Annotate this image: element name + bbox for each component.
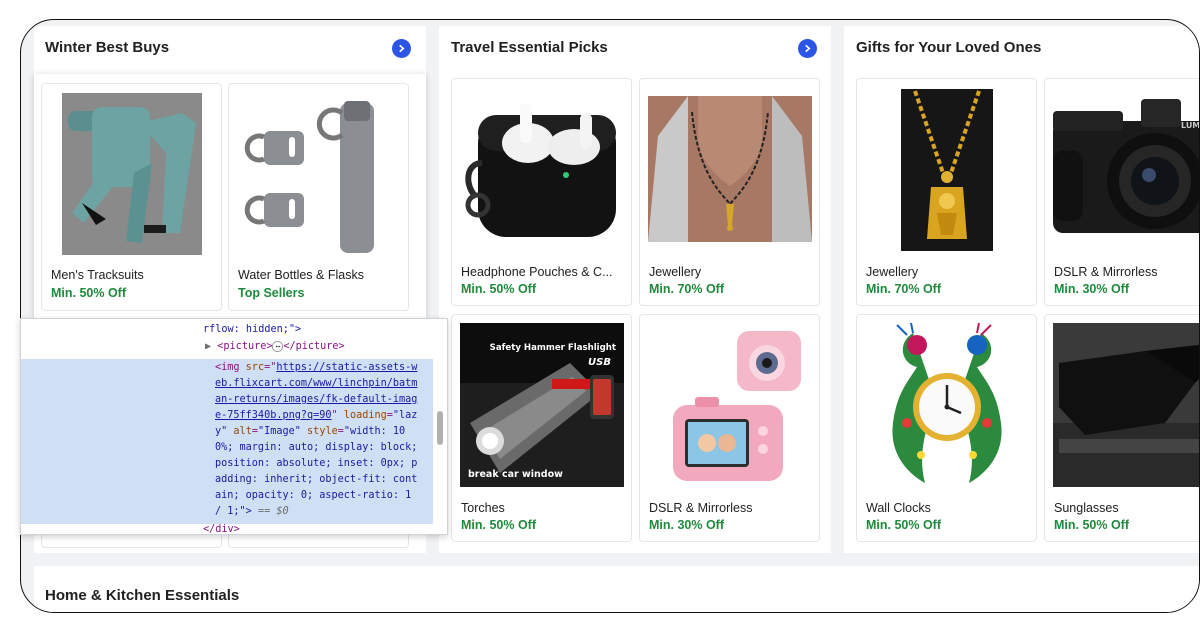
- product-card-tracksuits[interactable]: Men's Tracksuits Min. 50% Off: [41, 83, 222, 311]
- product-offer: Min. 30% Off: [649, 518, 725, 532]
- devtools-line-1: rflow: hidden;">: [203, 324, 302, 335]
- product-name: Sunglasses: [1054, 501, 1119, 515]
- product-card-water-bottles[interactable]: Water Bottles & Flasks Top Sellers: [228, 83, 409, 311]
- devtools-img-line-9: ain; opacity: 0; aspect-ratio: 1: [215, 490, 412, 501]
- dslr-camera-image: LUMIX: [1045, 91, 1200, 249]
- travel-title: Travel Essential Picks: [451, 39, 608, 56]
- dslr-brand-label: LUMIX: [1181, 121, 1200, 130]
- devtools-img-line-2: eb.flixcart.com/www/linchpin/batm: [215, 378, 418, 389]
- src-url-link[interactable]: https://static-assets-w: [276, 362, 417, 373]
- earbuds-case-image: [452, 93, 631, 243]
- product-name: Water Bottles & Flasks: [238, 268, 364, 282]
- product-offer: Min. 50% Off: [461, 518, 537, 532]
- product-card-wall-clock[interactable]: Wall Clocks Min. 50% Off: [856, 314, 1037, 542]
- chevron-right-icon: [805, 44, 811, 53]
- chevron-right-icon: [399, 44, 405, 53]
- product-card-dslr[interactable]: LUMIX DSLR & Mirrorless Min. 30% Off: [1044, 78, 1200, 306]
- devtools-panel: rflow: hidden;"> ▶ <picture> ⋯ </picture> …: [20, 318, 448, 535]
- product-offer: Min. 50% Off: [866, 518, 942, 532]
- devtools-img-line-6: 0%; margin: auto; display: block;: [215, 442, 418, 453]
- devtools-img-line-4: e-75ff340b.png?q=90" loading="laz: [215, 410, 418, 421]
- product-card-jewellery-travel[interactable]: Jewellery Min. 70% Off: [639, 78, 820, 306]
- gifts-panel: Gifts for Your Loved Ones Jewellery Min.…: [844, 26, 1200, 553]
- devtools-img-line-8: adding: inherit; object-fit: cont: [215, 474, 418, 485]
- product-offer: Min. 70% Off: [649, 282, 725, 296]
- winter-next-button[interactable]: [392, 39, 411, 58]
- devtools-img-line-5: y" alt="Image" style="width: 10: [215, 426, 406, 437]
- expand-triangle-icon[interactable]: ▶: [205, 341, 217, 352]
- peacock-clock-image: [857, 323, 1036, 491]
- devtools-img-line-1[interactable]: <img src="https://static-assets-w: [215, 360, 433, 376]
- pendant-image: [857, 89, 1036, 251]
- product-name: Wall Clocks: [866, 501, 931, 515]
- ellipsis-icon[interactable]: ⋯: [272, 341, 284, 352]
- product-name: Torches: [461, 501, 505, 515]
- devtools-close-div-line: </div>: [203, 524, 240, 535]
- product-card-sunglasses[interactable]: Sunglasses Min. 50% Off: [1044, 314, 1199, 542]
- winter-title: Winter Best Buys: [45, 39, 170, 56]
- product-card-torches[interactable]: Safety Hammer Flashlight USB break car w…: [451, 314, 632, 542]
- devtools-img-line-3: an-returns/images/fk-default-imag: [215, 394, 418, 405]
- home-title: Home & Kitchen Essentials: [45, 587, 240, 604]
- product-name: Jewellery: [866, 265, 919, 279]
- necklace-image: [640, 96, 819, 242]
- tracksuit-image: [42, 93, 221, 255]
- torch-badge-usb: USB: [588, 357, 611, 368]
- product-name: DSLR & Mirrorless: [1054, 265, 1158, 279]
- devtools-img-line-10: / 1;"> == $0: [215, 506, 289, 517]
- product-offer: Min. 30% Off: [1054, 282, 1130, 296]
- product-name: DSLR & Mirrorless: [649, 501, 753, 515]
- product-card-pendant[interactable]: Jewellery Min. 70% Off: [856, 78, 1037, 306]
- product-offer: Min. 50% Off: [1054, 518, 1130, 532]
- product-card-kids-camera[interactable]: DSLR & Mirrorless Min. 30% Off: [639, 314, 820, 542]
- product-name: Jewellery: [649, 265, 702, 279]
- product-offer: Min. 50% Off: [461, 282, 537, 296]
- product-offer: Min. 50% Off: [51, 286, 127, 300]
- devtools-scrollbar-thumb[interactable]: [437, 411, 443, 445]
- devtools-img-line-7: position: absolute; inset: 0px; p: [215, 458, 418, 469]
- home-panel: Home & Kitchen Essentials: [34, 566, 1199, 612]
- torch-image: Safety Hammer Flashlight USB break car w…: [452, 323, 631, 487]
- product-name: Men's Tracksuits: [51, 268, 144, 282]
- product-offer: Top Sellers: [238, 286, 305, 300]
- product-card-headphone-pouches[interactable]: Headphone Pouches & C... Min. 50% Off: [451, 78, 632, 306]
- flask-image: [229, 93, 408, 255]
- product-name: Headphone Pouches & C...: [461, 265, 613, 279]
- travel-panel: Travel Essential Picks Headphone Pouches: [439, 26, 831, 553]
- torch-badge-top: Safety Hammer Flashlight: [489, 343, 616, 353]
- torch-badge-bottom: break car window: [468, 469, 563, 480]
- product-offer: Min. 70% Off: [866, 282, 942, 296]
- travel-next-button[interactable]: [798, 39, 817, 58]
- sunglasses-image: [1045, 323, 1199, 487]
- devtools-picture-line[interactable]: ▶ <picture> ⋯ </picture>: [205, 339, 433, 355]
- kids-camera-image: [640, 323, 819, 487]
- gifts-title: Gifts for Your Loved Ones: [856, 39, 1042, 56]
